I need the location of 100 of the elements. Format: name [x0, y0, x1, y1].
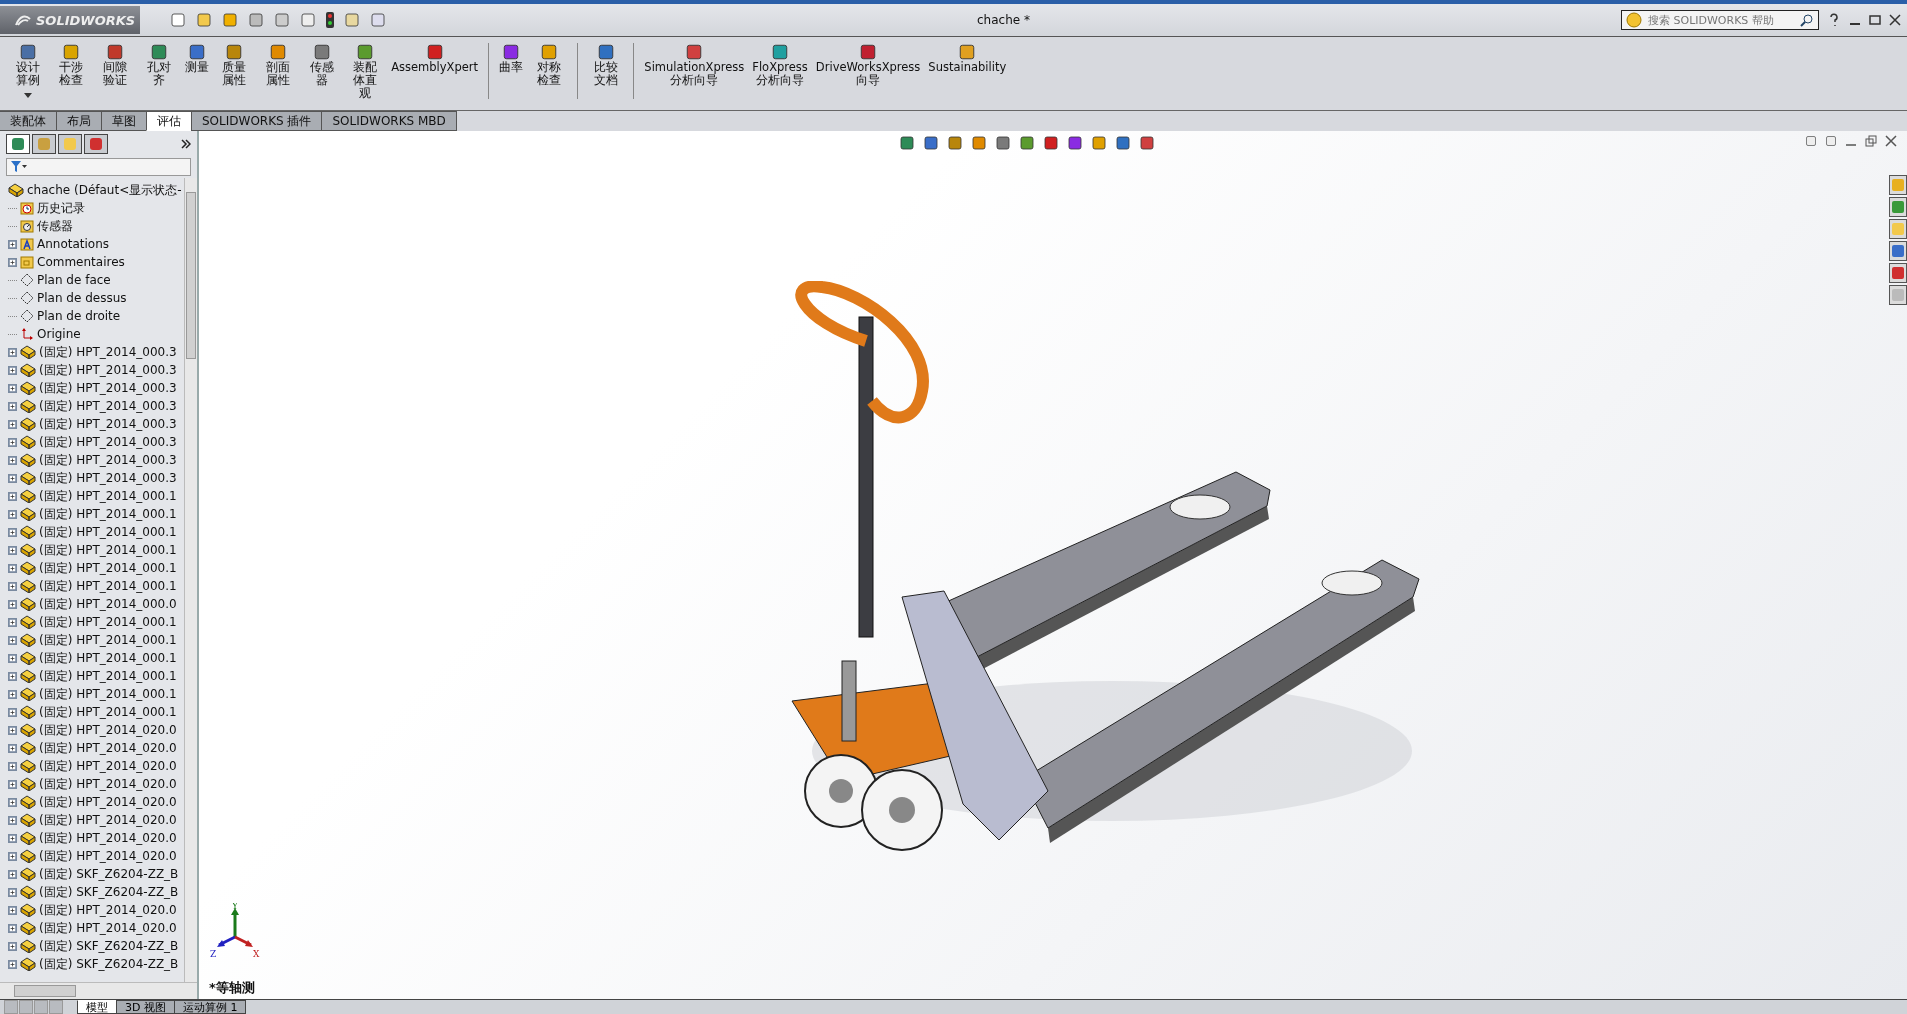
- expand-toggle[interactable]: [8, 797, 17, 807]
- tree-item[interactable]: (固定) SKF_Z6204-ZZ_B: [8, 865, 184, 883]
- expand-toggle[interactable]: [8, 869, 17, 879]
- tree-item[interactable]: Plan de face: [8, 271, 184, 289]
- tree-item[interactable]: (固定) HPT_2014_000.3: [8, 397, 184, 415]
- ribbon-tab[interactable]: SOLIDWORKS MBD: [321, 111, 457, 131]
- panel-tab[interactable]: [32, 134, 56, 154]
- expand-toggle[interactable]: [8, 239, 17, 249]
- tree-item[interactable]: Origine: [8, 325, 184, 343]
- ribbon-button[interactable]: 剖面属性: [256, 43, 300, 87]
- tree-item[interactable]: (固定) HPT_2014_020.0: [8, 739, 184, 757]
- expand-toggle[interactable]: [8, 509, 17, 519]
- expand-toggle[interactable]: [8, 779, 17, 789]
- expand-toggle[interactable]: [8, 905, 17, 915]
- expand-toggle[interactable]: [8, 617, 17, 627]
- tree-item[interactable]: (固定) HPT_2014_000.1: [8, 487, 184, 505]
- restore-icon[interactable]: [1865, 135, 1877, 147]
- expand-toggle[interactable]: [8, 887, 17, 897]
- expand-toggle[interactable]: [8, 437, 17, 447]
- tree-item[interactable]: 历史记录: [8, 199, 184, 217]
- maximize-icon[interactable]: [1869, 14, 1881, 26]
- tree-item[interactable]: (固定) HPT_2014_020.0: [8, 847, 184, 865]
- expand-toggle[interactable]: [8, 653, 17, 663]
- task-pane-tab[interactable]: [1889, 219, 1907, 239]
- tree-item[interactable]: (固定) HPT_2014_020.0: [8, 757, 184, 775]
- expand-toggle[interactable]: [8, 815, 17, 825]
- tree-item[interactable]: (固定) HPT_2014_000.3: [8, 415, 184, 433]
- tree-item[interactable]: (固定) HPT_2014_000.1: [8, 703, 184, 721]
- ribbon-button[interactable]: DriveWorksXpress 向导: [811, 43, 925, 87]
- expand-toggle[interactable]: [8, 365, 17, 375]
- tree-item[interactable]: chache (Défaut<显示状态-: [8, 181, 184, 199]
- expand-toggle[interactable]: [8, 635, 17, 645]
- task-pane-tab[interactable]: [1889, 263, 1907, 283]
- tree-item[interactable]: (固定) HPT_2014_020.0: [8, 793, 184, 811]
- panel-tab[interactable]: [84, 134, 108, 154]
- expand-toggle[interactable]: [8, 383, 17, 393]
- filter-field[interactable]: [6, 158, 191, 176]
- ribbon-button[interactable]: 干涉检查: [49, 43, 94, 87]
- expand-chevron-icon[interactable]: [181, 139, 191, 149]
- task-pane-tab[interactable]: [1889, 285, 1907, 305]
- ribbon-button[interactable]: 质量属性: [212, 43, 257, 87]
- expand-toggle[interactable]: [8, 491, 17, 501]
- ribbon-button[interactable]: AssemblyXpert: [387, 43, 483, 74]
- tree-item[interactable]: (固定) HPT_2014_020.0: [8, 775, 184, 793]
- expand-toggle[interactable]: [8, 761, 17, 771]
- tree-item[interactable]: 传感器: [8, 217, 184, 235]
- expand-toggle[interactable]: [8, 401, 17, 411]
- tree-item[interactable]: Plan de droite: [8, 307, 184, 325]
- tree-item[interactable]: Plan de dessus: [8, 289, 184, 307]
- expand-toggle[interactable]: [8, 959, 17, 969]
- expand-toggle[interactable]: [8, 851, 17, 861]
- ribbon-tab[interactable]: 草图: [101, 111, 147, 131]
- expand-toggle[interactable]: [8, 473, 17, 483]
- tree-item[interactable]: (固定) HPT_2014_000.1: [8, 505, 184, 523]
- tree-item[interactable]: (固定) HPT_2014_000.1: [8, 541, 184, 559]
- close-icon[interactable]: [1889, 14, 1901, 26]
- expand-toggle[interactable]: [8, 599, 17, 609]
- ribbon-button[interactable]: 装配体直观: [343, 43, 388, 100]
- tree-item[interactable]: (固定) HPT_2014_000.3: [8, 343, 184, 361]
- expand-toggle[interactable]: [8, 545, 17, 555]
- expand-toggle[interactable]: [8, 689, 17, 699]
- expand-toggle[interactable]: [8, 419, 17, 429]
- ribbon-button[interactable]: 测量: [180, 43, 213, 74]
- bottom-tab[interactable]: 模型: [77, 1000, 117, 1014]
- tree-item[interactable]: (固定) HPT_2014_000.0: [8, 595, 184, 613]
- expand-toggle[interactable]: [8, 257, 17, 267]
- expand-toggle[interactable]: [8, 527, 17, 537]
- tree-item[interactable]: (固定) HPT_2014_000.1: [8, 559, 184, 577]
- tree-item[interactable]: (固定) HPT_2014_000.1: [8, 577, 184, 595]
- expand-toggle[interactable]: [8, 707, 17, 717]
- tree-item[interactable]: (固定) HPT_2014_000.1: [8, 631, 184, 649]
- tree-item[interactable]: (固定) HPT_2014_000.1: [8, 685, 184, 703]
- tree-item[interactable]: (固定) SKF_Z6204-ZZ_B: [8, 937, 184, 955]
- expand-toggle[interactable]: [8, 941, 17, 951]
- ribbon-tab[interactable]: 评估: [146, 111, 192, 131]
- tree-item[interactable]: (固定) HPT_2014_000.3: [8, 451, 184, 469]
- expand-toggle[interactable]: [8, 923, 17, 933]
- expand-toggle[interactable]: [8, 671, 17, 681]
- ribbon-button[interactable]: 对称检查: [527, 43, 571, 87]
- ribbon-button[interactable]: 设计算例: [6, 43, 50, 99]
- ribbon-button[interactable]: Sustainability: [924, 43, 1011, 74]
- tree-item[interactable]: (固定) HPT_2014_000.1: [8, 523, 184, 541]
- tree-item[interactable]: (固定) HPT_2014_000.1: [8, 649, 184, 667]
- tree-item[interactable]: (固定) HPT_2014_000.1: [8, 613, 184, 631]
- ribbon-button[interactable]: 传感器: [299, 43, 344, 87]
- close-icon[interactable]: [1885, 135, 1897, 147]
- tree-item[interactable]: (固定) SKF_Z6204-ZZ_B: [8, 883, 184, 901]
- tree-item[interactable]: (固定) SKF_Z6204-ZZ_B: [8, 955, 184, 973]
- task-pane-tab[interactable]: [1889, 197, 1907, 217]
- expand-toggle[interactable]: [8, 563, 17, 573]
- panel-tab[interactable]: [58, 134, 82, 154]
- tree-item[interactable]: (固定) HPT_2014_000.3: [8, 361, 184, 379]
- graphics-viewport[interactable]: Y Z X *等轴测: [199, 131, 1907, 999]
- expand-toggle[interactable]: [8, 455, 17, 465]
- tree-item[interactable]: (固定) HPT_2014_000.3: [8, 379, 184, 397]
- ribbon-button[interactable]: 间隙验证: [93, 43, 137, 87]
- task-pane-tab[interactable]: [1889, 241, 1907, 261]
- tree-item[interactable]: Annotations: [8, 235, 184, 253]
- tree-item[interactable]: (固定) HPT_2014_000.3: [8, 469, 184, 487]
- tree-item[interactable]: (固定) HPT_2014_020.0: [8, 901, 184, 919]
